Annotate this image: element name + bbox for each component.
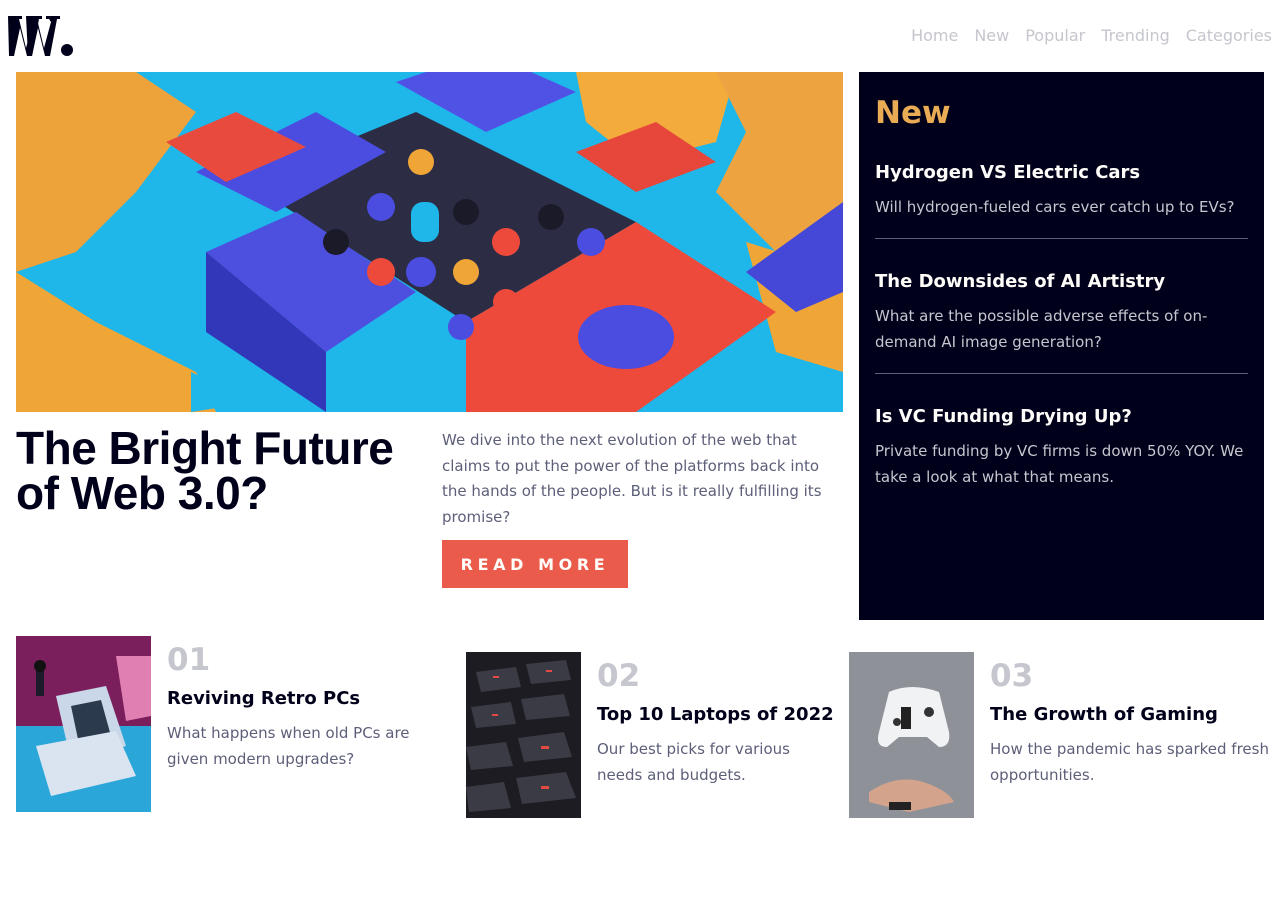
nav-trending[interactable]: Trending [1101,26,1170,46]
article-card: 02 Top 10 Laptops of 2022 Our best picks… [466,652,836,818]
retro-pc-image [16,636,151,812]
laptop-keyboard-image [466,652,581,818]
article-title[interactable]: Top 10 Laptops of 2022 [597,704,836,726]
nav-home[interactable]: Home [911,26,958,46]
new-article-item: Is VC Funding Drying Up? Private funding… [875,373,1248,508]
article-card-body: 02 Top 10 Laptops of 2022 Our best picks… [581,652,836,818]
new-article-description: Will hydrogen-fueled cars ever catch up … [875,198,1235,216]
main-nav: Home New Popular Trending Categories [911,26,1272,46]
hero-description: We dive into the next evolution of the w… [442,431,822,526]
article-description: How the pandemic has sparked fresh oppor… [990,740,1269,784]
article-number: 01 [167,642,211,678]
nav-categories[interactable]: Categories [1186,26,1272,46]
game-controller-image [849,652,974,818]
read-more-button[interactable]: READ MORE [442,540,628,588]
hero-title: The Bright Future of Web 3.0? [16,422,394,519]
article-card-body: 01 Reviving Retro PCs What happens when … [151,636,446,812]
new-article-item: Hydrogen VS Electric Cars Will hydrogen-… [875,162,1248,238]
new-article-title[interactable]: Is VC Funding Drying Up? [875,406,1248,428]
article-description: What happens when old PCs are given mode… [167,724,410,768]
new-heading: New [875,95,951,131]
article-number: 03 [990,658,1034,694]
article-description: Our best picks for various needs and bud… [597,740,790,784]
new-article-title[interactable]: The Downsides of AI Artistry [875,271,1248,293]
hero-image [16,72,843,412]
article-title[interactable]: Reviving Retro PCs [167,688,446,710]
article-number: 02 [597,658,641,694]
article-card: 01 Reviving Retro PCs What happens when … [16,636,446,812]
nav-new[interactable]: New [974,26,1009,46]
nav-popular[interactable]: Popular [1025,26,1085,46]
new-article-item: The Downsides of AI Artistry What are th… [875,238,1248,373]
article-card-body: 03 The Growth of Gaming How the pandemic… [974,652,1269,818]
site-logo[interactable] [8,14,74,58]
new-article-description: What are the possible adverse effects of… [875,307,1208,351]
new-article-title[interactable]: Hydrogen VS Electric Cars [875,162,1248,184]
new-articles-panel: New Hydrogen VS Electric Cars Will hydro… [859,72,1264,620]
article-title[interactable]: The Growth of Gaming [990,704,1269,726]
new-article-description: Private funding by VC firms is down 50% … [875,442,1244,486]
article-card: 03 The Growth of Gaming How the pandemic… [849,652,1269,818]
